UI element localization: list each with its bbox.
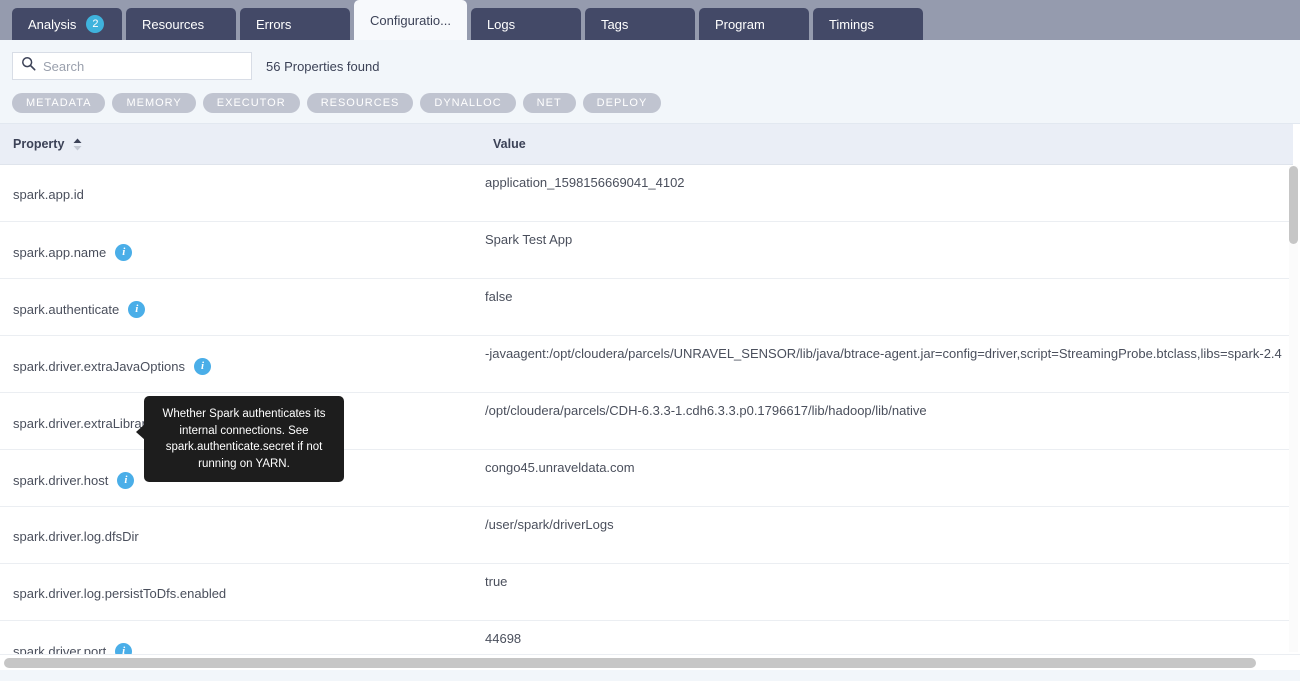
- table-row[interactable]: spark.app.name i Spark Test App: [0, 221, 1293, 279]
- properties-table: Property Value spark.app.id application_1…: [0, 124, 1293, 654]
- tab-label: Logs: [486, 16, 516, 32]
- vertical-scrollbar[interactable]: [1289, 166, 1298, 652]
- property-name: spark.driver.extraJavaOptions: [13, 358, 185, 374]
- info-icon[interactable]: i: [117, 471, 135, 489]
- property-cell: spark.app.id: [0, 164, 480, 222]
- value-cell: /opt/cloudera/parcels/CDH-6.3.3-1.cdh6.3…: [480, 392, 1293, 450]
- tab-logs[interactable]: Logs: [470, 8, 581, 40]
- property-name: spark.app.id: [13, 186, 84, 202]
- property-cell: spark.driver.log.persistToDfs.enabled: [0, 563, 480, 621]
- filter-toolbar: 56 Properties found METADATA MEMORY EXEC…: [0, 40, 1300, 124]
- tab-bar: Analysis 2 Resources Errors Configuratio…: [0, 0, 1300, 40]
- property-cell: spark.driver.extraJavaOptions i: [0, 335, 480, 393]
- results-count-label: 56 Properties found: [266, 58, 380, 74]
- property-cell-inner: spark.driver.log.dfsDir: [13, 529, 139, 544]
- vertical-scrollbar-thumb[interactable]: [1289, 166, 1298, 244]
- tab-label: Analysis: [28, 16, 77, 32]
- table-row[interactable]: spark.driver.port i 44698: [0, 620, 1293, 654]
- filter-chip-resources[interactable]: RESOURCES: [306, 93, 414, 113]
- filter-chip-dynalloc[interactable]: DYNALLOC: [420, 93, 516, 113]
- filter-chip-metadata[interactable]: METADATA: [12, 93, 106, 113]
- column-header-label: Value: [493, 136, 526, 151]
- value-cell: 44698: [480, 620, 1293, 654]
- tab-label: Tags: [600, 16, 629, 32]
- property-cell: spark.driver.log.dfsDir: [0, 506, 480, 564]
- filter-chip-deploy[interactable]: DEPLOY: [582, 93, 662, 113]
- tab-program[interactable]: Program: [698, 8, 809, 40]
- property-cell-inner: spark.driver.log.persistToDfs.enabled: [13, 586, 226, 601]
- property-cell: spark.authenticate i: [0, 278, 480, 336]
- properties-table-container: Property Value spark.app.id application_1…: [0, 124, 1300, 654]
- property-name: spark.authenticate: [13, 301, 120, 317]
- table-row[interactable]: spark.driver.extraJavaOptions i -javaagent…: [0, 335, 1293, 393]
- property-description-tooltip: Whether Spark authenticates its internal…: [136, 396, 344, 482]
- tab-label: Timings: [828, 16, 874, 32]
- tab-label: Program: [714, 16, 765, 32]
- property-name: spark.driver.port: [13, 643, 107, 655]
- tab-badge-count: 2: [86, 15, 105, 33]
- property-cell-inner: spark.driver.extraJavaOptions i: [13, 357, 211, 375]
- info-icon[interactable]: i: [115, 243, 133, 261]
- page-footer-strip: [0, 670, 1300, 681]
- property-cell: spark.driver.port i: [0, 620, 480, 654]
- tab-label: Errors: [256, 16, 292, 32]
- search-row: 56 Properties found: [12, 52, 1288, 80]
- property-cell-inner: spark.app.name i: [13, 243, 133, 261]
- property-name: spark.app.name: [13, 244, 107, 260]
- filter-chip-memory[interactable]: MEMORY: [112, 93, 196, 113]
- column-header-property[interactable]: Property: [0, 124, 480, 165]
- tab-label: Configuratio...: [370, 12, 451, 28]
- filter-chip-executor[interactable]: EXECUTOR: [202, 93, 300, 113]
- property-name: spark.driver.log.dfsDir: [13, 528, 139, 544]
- tab-timings[interactable]: Timings: [812, 8, 923, 40]
- info-icon[interactable]: i: [115, 642, 133, 654]
- filter-chip-net[interactable]: NET: [522, 93, 576, 113]
- value-cell: /user/spark/driverLogs: [480, 506, 1293, 564]
- tab-errors[interactable]: Errors: [240, 8, 350, 40]
- property-cell-inner: spark.driver.port i: [13, 642, 133, 655]
- column-header-value[interactable]: Value: [480, 124, 1293, 165]
- value-cell: congo45.unraveldata.com: [480, 449, 1293, 507]
- property-cell: spark.app.name i: [0, 221, 480, 279]
- value-cell: -javaagent:/opt/cloudera/parcels/UNRAVEL…: [480, 335, 1293, 393]
- tab-tags[interactable]: Tags: [584, 8, 695, 40]
- tab-label: Resources: [142, 16, 205, 32]
- horizontal-scrollbar-thumb[interactable]: [4, 658, 1256, 668]
- tab-resources[interactable]: Resources: [126, 8, 236, 40]
- table-row[interactable]: spark.driver.log.dfsDir/user/spark/drive…: [0, 506, 1293, 564]
- property-cell-inner: spark.app.id: [13, 187, 84, 202]
- table-row[interactable]: spark.app.id application_1598156669041_41…: [0, 164, 1293, 222]
- table-head: Property Value: [0, 124, 1293, 165]
- tab-configuration[interactable]: Configuratio...: [354, 0, 467, 40]
- search-input[interactable]: [43, 58, 243, 74]
- property-name: spark.driver.host: [13, 472, 109, 488]
- horizontal-scrollbar[interactable]: [0, 654, 1300, 670]
- table-row[interactable]: spark.authenticate i false: [0, 278, 1293, 336]
- value-cell: Spark Test App: [480, 221, 1293, 279]
- table-row[interactable]: spark.driver.log.persistToDfs.enabled tru…: [0, 563, 1293, 621]
- value-cell: false: [480, 278, 1293, 336]
- sort-ascending-icon[interactable]: [73, 138, 82, 151]
- info-icon[interactable]: i: [193, 357, 211, 375]
- category-filter-chips: METADATA MEMORY EXECUTOR RESOURCES DYNAL…: [12, 93, 1288, 113]
- table-header-row: Property Value: [0, 124, 1293, 165]
- value-cell: application_1598156669041_4102: [480, 164, 1293, 222]
- search-box[interactable]: [12, 52, 252, 80]
- tab-analysis[interactable]: Analysis 2: [12, 8, 122, 40]
- property-name: spark.driver.log.persistToDfs.enabled: [13, 585, 227, 601]
- property-cell-inner: spark.authenticate i: [13, 300, 146, 318]
- info-icon[interactable]: i: [128, 300, 146, 318]
- search-icon: [21, 56, 36, 76]
- property-cell-inner: spark.driver.host i: [13, 471, 135, 489]
- value-cell: true: [480, 563, 1293, 621]
- column-header-label: Property: [13, 136, 65, 151]
